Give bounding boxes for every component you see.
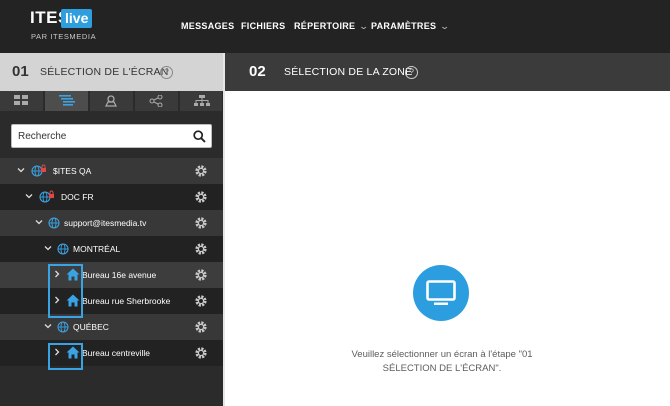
share-icon	[149, 95, 163, 107]
ites-live-logo[interactable]: ITES live PAR ITESMEDIA	[30, 8, 100, 44]
tree-item-label: $ITES QA	[53, 166, 92, 176]
gear-icon[interactable]	[194, 320, 208, 334]
tree-item-label: MONTRÉAL	[73, 244, 121, 254]
gear-icon[interactable]	[194, 268, 208, 282]
gear-icon[interactable]	[194, 190, 208, 204]
nav-messages[interactable]: MESSAGES	[181, 0, 234, 53]
tree-item[interactable]: support@itesmedia.tv	[0, 210, 223, 236]
nav-files[interactable]: FICHIERS	[241, 0, 285, 53]
highlight-outline	[48, 343, 83, 370]
chevron-down-icon[interactable]	[44, 322, 52, 330]
chevron-down-icon[interactable]	[25, 192, 33, 200]
nav-directory-label: RÉPERTOIRE	[294, 21, 356, 31]
tree-item[interactable]: MONTRÉAL	[0, 236, 223, 262]
step-2-number: 02	[249, 63, 266, 80]
nav-files-label: FICHIERS	[241, 21, 286, 31]
empty-state-line-1: Veuillez sélectionner un écran à l'étape…	[351, 349, 533, 360]
grid-icon	[14, 95, 28, 105]
chevron-down-icon[interactable]	[35, 218, 43, 226]
monitor-icon	[426, 280, 456, 305]
tree-item-label: support@itesmedia.tv	[64, 218, 147, 228]
top-navigation-bar: ITES live PAR ITESMEDIA MESSAGES FICHIER…	[0, 0, 670, 53]
nav-settings[interactable]: PARAMÈTRES ⌄	[371, 0, 451, 53]
tree-item[interactable]: Bureau centreville	[0, 340, 223, 366]
step-2-header: 02 SÉLECTION DE LA ZONE ?	[225, 53, 670, 91]
tree-item-label: Bureau rue Sherbrooke	[82, 296, 171, 306]
globe-lock-icon	[39, 190, 54, 203]
empty-state-line-2: SÉLECTION DE L'ÉCRAN".	[382, 363, 502, 374]
chevron-down-icon: ⌄	[439, 21, 451, 31]
tree-item[interactable]: $ITES QA	[0, 158, 223, 184]
chevron-down-icon[interactable]	[17, 166, 25, 174]
globe-lock-icon	[31, 164, 46, 177]
nav-messages-label: MESSAGES	[181, 21, 235, 31]
gear-icon[interactable]	[194, 164, 208, 178]
chevron-down-icon[interactable]	[44, 244, 52, 252]
globe-icon	[57, 243, 69, 255]
globe-icon	[57, 321, 69, 333]
list-tree-icon	[59, 95, 75, 106]
logo-badge: live	[61, 9, 93, 28]
location-pin-icon	[105, 95, 117, 107]
hierarchy-icon	[194, 95, 210, 106]
tree-item-label: Bureau centreville	[82, 348, 151, 358]
empty-state-message: Veuillez sélectionner un écran à l'étape…	[325, 348, 559, 376]
tree-item-label: DOC FR	[61, 192, 94, 202]
tree-item-label: Bureau 16e avenue	[82, 270, 157, 280]
gear-icon[interactable]	[194, 242, 208, 256]
tree-item[interactable]: Bureau 16e avenue	[0, 262, 223, 288]
view-tabs	[0, 91, 223, 111]
search-icon[interactable]	[193, 130, 206, 143]
search-box	[11, 124, 212, 148]
step-1-title: SÉLECTION DE L'ÉCRAN	[40, 66, 169, 78]
step-1-number: 01	[12, 63, 29, 80]
panel-divider	[223, 53, 225, 406]
tab-grid-view[interactable]	[0, 91, 44, 111]
chevron-down-icon: ⌄	[358, 21, 370, 31]
tab-hierarchy-view[interactable]	[180, 91, 223, 111]
tree-item[interactable]: DOC FR	[0, 184, 223, 210]
tree-item[interactable]: Bureau rue Sherbrooke	[0, 288, 223, 314]
nav-settings-label: PARAMÈTRES	[371, 21, 437, 31]
logo-subtitle: PAR ITESMEDIA	[31, 32, 97, 41]
tree-item[interactable]: QUÉBEC	[0, 314, 223, 340]
gear-icon[interactable]	[194, 346, 208, 360]
step-1-header: 01 SÉLECTION DE L'ÉCRAN ?	[0, 53, 223, 91]
gear-icon[interactable]	[194, 216, 208, 230]
nav-directory[interactable]: RÉPERTOIRE ⌄	[294, 0, 370, 53]
step-2-title: SÉLECTION DE LA ZONE	[284, 66, 413, 78]
help-icon[interactable]: ?	[160, 66, 173, 79]
help-icon[interactable]: ?	[405, 66, 418, 79]
tab-share-view[interactable]	[135, 91, 179, 111]
highlight-outline	[48, 264, 83, 318]
tab-tree-view[interactable]	[45, 91, 89, 111]
gear-icon[interactable]	[194, 294, 208, 308]
search-input[interactable]	[18, 125, 188, 147]
empty-state-illustration	[413, 265, 469, 321]
tab-location-view[interactable]	[90, 91, 134, 111]
globe-icon	[48, 217, 60, 229]
